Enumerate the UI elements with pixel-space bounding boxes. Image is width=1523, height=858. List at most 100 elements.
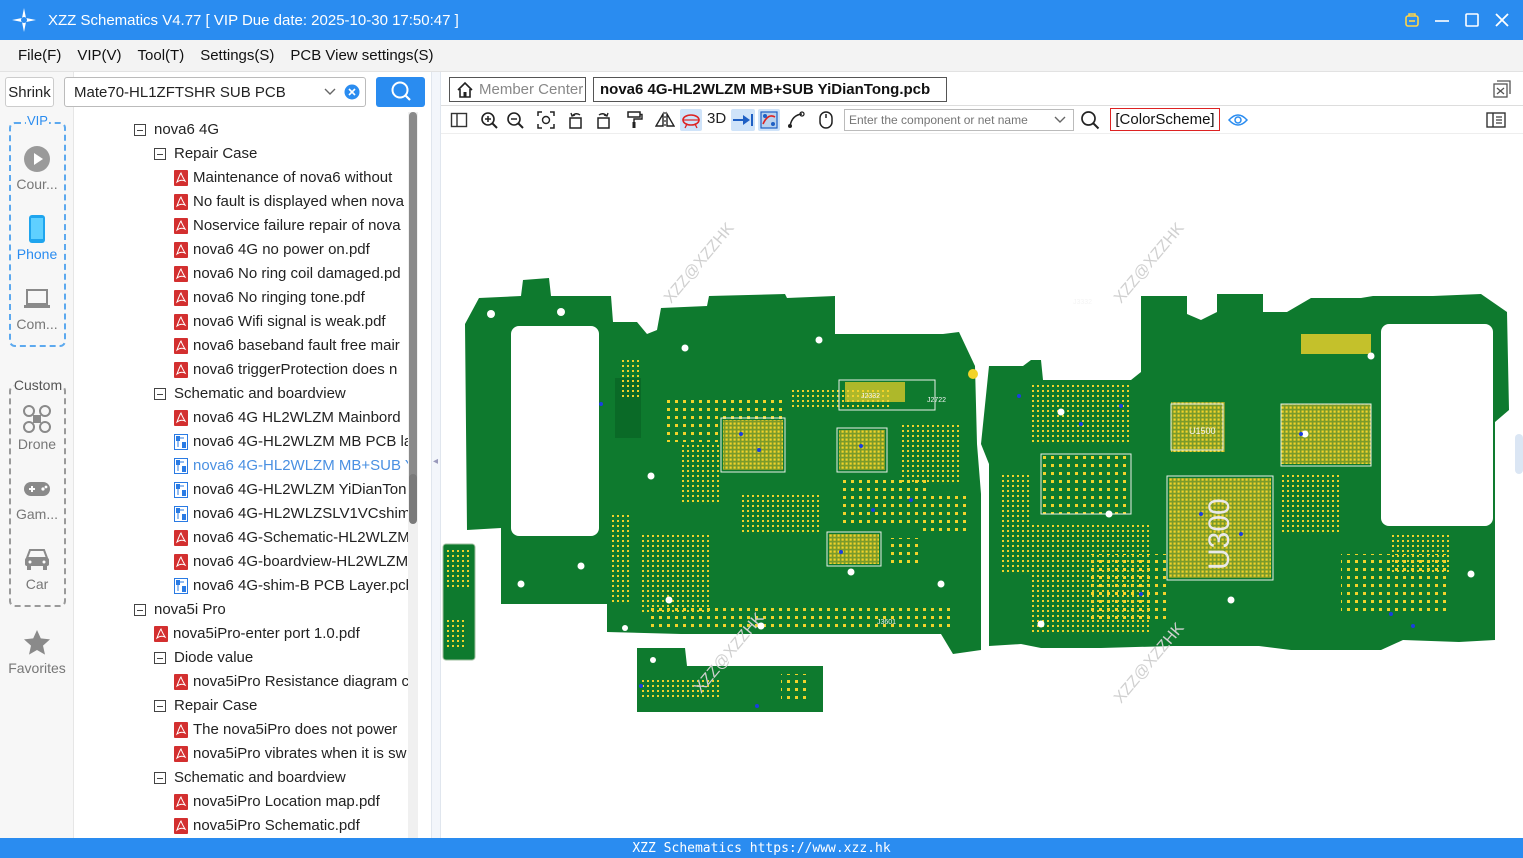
chevron-down-icon[interactable] xyxy=(323,84,337,101)
minimize-icon[interactable] xyxy=(1431,9,1453,31)
shrink-button[interactable]: Shrink xyxy=(5,77,54,107)
model-search-combobox[interactable]: Mate70-HL1ZFTSHR SUB PCB xyxy=(64,77,366,107)
mirror-icon[interactable] xyxy=(654,109,676,131)
fit-screen-icon[interactable] xyxy=(535,109,557,131)
rail-item-computer[interactable]: Com... xyxy=(0,284,74,332)
rail-item-car[interactable]: Car xyxy=(0,544,74,592)
clear-icon[interactable] xyxy=(344,84,360,103)
rail-item-favorites[interactable]: Favorites xyxy=(0,628,74,676)
app-window: XZZ Schematics V4.77 [ VIP Due date: 202… xyxy=(0,0,1523,858)
canvas-side-handle[interactable] xyxy=(1515,434,1523,474)
laptop-icon xyxy=(0,284,74,314)
collapse-toggle-icon[interactable] xyxy=(154,148,166,160)
rotate-left-icon[interactable] xyxy=(565,109,587,131)
tree-file[interactable]: nova6 4G-HL2WLZSLV1VCshim- xyxy=(174,502,408,526)
tree-file[interactable]: nova6 4G-HL2WLZM MB+SUB Y xyxy=(174,454,408,478)
notification-icon[interactable] xyxy=(1401,9,1423,31)
tree-node-label: nova6 No ringing tone.pdf xyxy=(193,289,365,306)
tree-file[interactable]: nova6 4G HL2WLZM Mainbord xyxy=(174,406,401,430)
collapse-left-icon[interactable]: ◂ xyxy=(433,456,438,467)
tree-folder[interactable]: Diode value xyxy=(154,646,253,670)
tree-file[interactable]: nova6 4G no power on.pdf xyxy=(174,238,370,262)
tree-scrollbar[interactable] xyxy=(408,112,418,838)
tree-file[interactable]: Maintenance of nova6 without xyxy=(174,166,392,190)
collapse-toggle-icon[interactable] xyxy=(134,124,146,136)
rail-item-courses[interactable]: Cour... xyxy=(0,144,74,192)
home-icon xyxy=(456,81,474,99)
tree-file[interactable]: nova6 baseband fault free mair xyxy=(174,334,400,358)
model-search-button[interactable] xyxy=(376,77,425,107)
collapse-toggle-icon[interactable] xyxy=(154,772,166,784)
tree-file[interactable]: nova6 4G-HL2WLZM YiDianTon xyxy=(174,478,406,502)
tree-file[interactable]: Noservice failure repair of nova xyxy=(174,214,401,238)
tree-file[interactable]: nova6 Wifi signal is weak.pdf xyxy=(174,310,386,334)
tab-active-pcb[interactable]: nova6 4G-HL2WLZM MB+SUB YiDianTong.pcb xyxy=(593,77,947,102)
search-icon[interactable] xyxy=(1079,109,1101,131)
net-highlight-icon[interactable] xyxy=(758,109,780,131)
tree-file[interactable]: nova5iPro Resistance diagram c xyxy=(174,670,408,694)
collapse-toggle-icon[interactable] xyxy=(154,700,166,712)
menu-pcb-view-settings[interactable]: PCB View settings(S) xyxy=(290,47,433,64)
chevron-down-icon[interactable] xyxy=(1053,112,1067,129)
tree-node-label: nova6 baseband fault free mair xyxy=(193,337,400,354)
menu-file[interactable]: File(F) xyxy=(18,47,61,64)
tree-node-label: nova6 4G-HL2WLZM MB PCB la xyxy=(193,433,408,450)
probe-icon[interactable] xyxy=(680,109,702,131)
tree-folder[interactable]: Schematic and boardview xyxy=(154,766,346,790)
panel-splitter[interactable]: ◂ xyxy=(431,72,441,838)
brush-icon[interactable] xyxy=(623,109,645,131)
tree-folder[interactable]: Repair Case xyxy=(154,142,257,166)
view-3d-button[interactable]: 3D xyxy=(707,110,726,127)
mouse-icon[interactable] xyxy=(815,109,837,131)
panel-toggle-icon[interactable] xyxy=(1485,109,1507,131)
tab-member-center[interactable]: Member Center xyxy=(449,77,586,102)
pdf-file-icon xyxy=(174,530,188,546)
split-view-icon[interactable] xyxy=(448,109,470,131)
tree-file[interactable]: nova5iPro Schematic.pdf xyxy=(174,814,360,838)
eye-icon[interactable] xyxy=(1227,109,1249,131)
tree-folder[interactable]: Repair Case xyxy=(154,694,257,718)
zoom-out-icon[interactable] xyxy=(504,109,526,131)
tree-file[interactable]: nova5iPro vibrates when it is sw xyxy=(174,742,406,766)
rail-item-phone[interactable]: Phone xyxy=(0,214,74,262)
trace-route-icon[interactable] xyxy=(785,109,807,131)
maximize-icon[interactable] xyxy=(1461,9,1483,31)
component-search-input[interactable] xyxy=(849,110,1049,130)
component-search-combobox[interactable] xyxy=(844,109,1074,131)
tree-folder[interactable]: nova6 4G xyxy=(134,118,219,142)
tree-file[interactable]: nova5iPro Location map.pdf xyxy=(174,790,380,814)
pcb-canvas[interactable]: XZZ@XZZHK XZZ@XZZHK XZZ@XZZHK XZZ@XZZHK … xyxy=(441,134,1523,838)
tree-file[interactable]: nova6 triggerProtection does n xyxy=(174,358,397,382)
pcb-label-j2332: J2332 xyxy=(861,393,880,400)
tree-folder[interactable]: nova5i Pro xyxy=(134,598,226,622)
zoom-in-icon[interactable] xyxy=(478,109,500,131)
rotate-right-icon[interactable] xyxy=(592,109,614,131)
tree-file[interactable]: No fault is displayed when nova xyxy=(174,190,404,214)
tree-file[interactable]: nova6 4G-boardview-HL2WLZM xyxy=(174,550,408,574)
collapse-toggle-icon[interactable] xyxy=(154,652,166,664)
color-scheme-button[interactable]: [ColorScheme] xyxy=(1110,108,1220,131)
tree-file[interactable]: nova6 4G-HL2WLZM MB PCB la xyxy=(174,430,408,454)
tree-scrollbar-thumb[interactable] xyxy=(409,474,417,524)
tree-file[interactable]: nova6 4G-shim-B PCB Layer.pcb xyxy=(174,574,408,598)
menu-tool[interactable]: Tool(T) xyxy=(138,47,185,64)
close-icon[interactable] xyxy=(1491,9,1513,31)
tree-node-label: nova6 4G-shim-B PCB Layer.pcb xyxy=(193,577,408,594)
tree-folder[interactable]: Schematic and boardview xyxy=(154,382,346,406)
pdf-file-icon xyxy=(174,194,188,210)
pcb-drawing[interactable]: XZZ@XZZHK XZZ@XZZHK XZZ@XZZHK XZZ@XZZHK … xyxy=(441,134,1523,838)
collapse-toggle-icon[interactable] xyxy=(134,604,146,616)
tree-file[interactable]: nova6 No ring coil damaged.pd xyxy=(174,262,401,286)
tree-file[interactable]: The nova5iPro does not power xyxy=(174,718,397,742)
menu-settings[interactable]: Settings(S) xyxy=(200,47,274,64)
tree-file[interactable]: nova5iPro-enter port 1.0.pdf xyxy=(154,622,360,646)
rail-item-games[interactable]: Gam... xyxy=(0,474,74,522)
tree-file[interactable]: nova6 No ringing tone.pdf xyxy=(174,286,365,310)
tree-file[interactable]: nova6 4G-Schematic-HL2WLZM xyxy=(174,526,408,550)
rail-item-drone[interactable]: Drone xyxy=(0,404,74,452)
collapse-toggle-icon[interactable] xyxy=(154,388,166,400)
flip-side-icon[interactable] xyxy=(731,109,755,131)
close-all-tabs-icon[interactable] xyxy=(1493,80,1511,101)
menu-vip[interactable]: VIP(V) xyxy=(77,47,121,64)
tree-node-label: Schematic and boardview xyxy=(174,769,346,786)
